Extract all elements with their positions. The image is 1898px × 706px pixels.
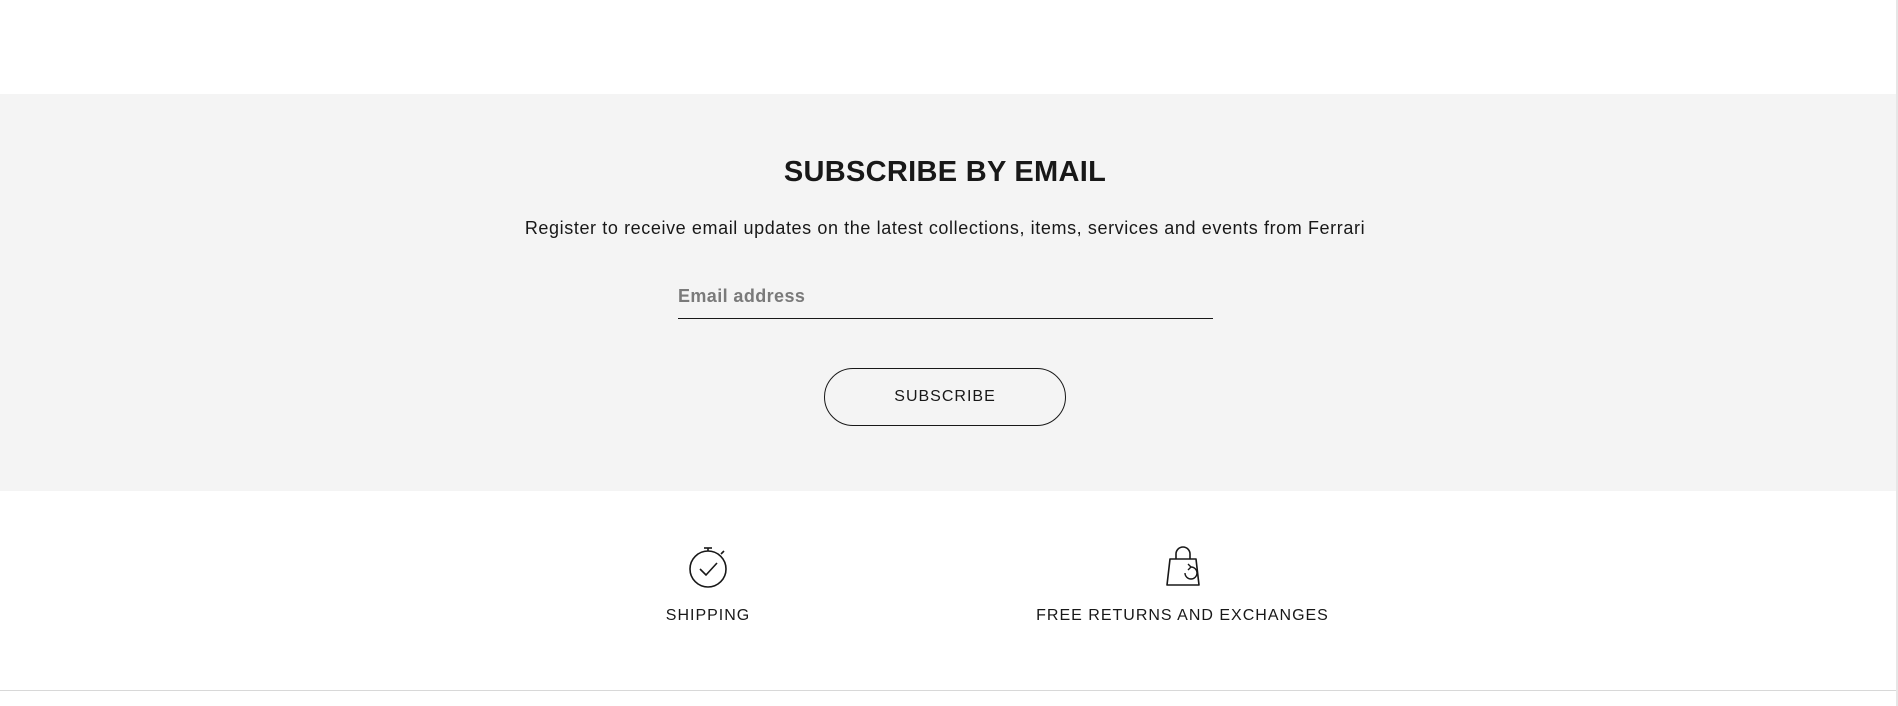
newsletter-description: Register to receive email updates on the… [524, 218, 1366, 238]
newsletter-title: SUBSCRIBE BY EMAIL [783, 156, 1107, 188]
page: SUBSCRIBE BY EMAIL Register to receive e… [0, 0, 1898, 706]
top-blank-area [0, 0, 1898, 94]
bottom-divider [0, 690, 1898, 691]
email-input[interactable] [678, 274, 1213, 319]
services-strip: SHIPPING FREE RETURNS AND EXCHANGES [0, 491, 1898, 690]
subscribe-button[interactable]: SUBSCRIBE [824, 368, 1066, 426]
service-shipping-label: SHIPPING [665, 607, 751, 624]
stopwatch-check-icon [689, 547, 727, 588]
newsletter-section: SUBSCRIBE BY EMAIL Register to receive e… [0, 94, 1898, 491]
service-returns[interactable]: FREE RETURNS AND EXCHANGES [1000, 545, 1365, 625]
service-shipping[interactable]: SHIPPING [628, 545, 788, 625]
shopping-bag-return-icon [1165, 546, 1200, 586]
service-returns-label: FREE RETURNS AND EXCHANGES [1036, 607, 1329, 624]
